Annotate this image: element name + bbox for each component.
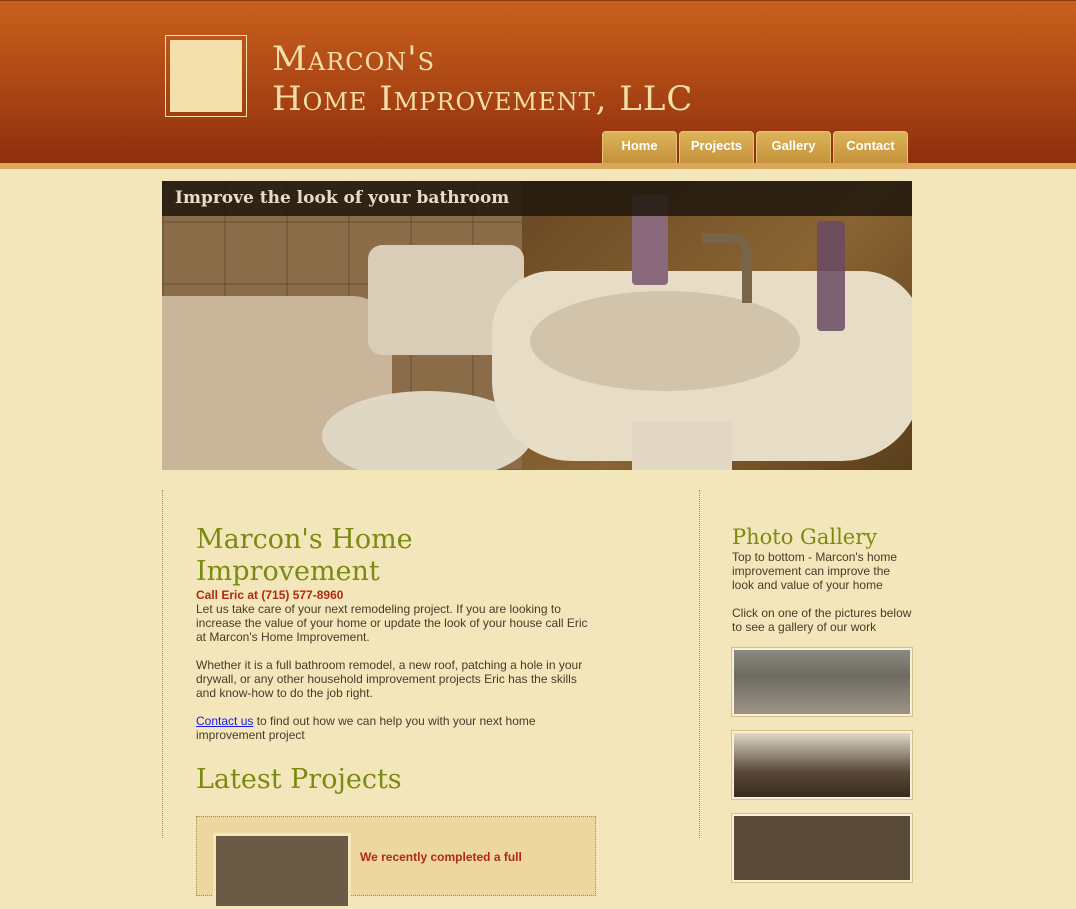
- nav-tab-gallery[interactable]: Gallery: [756, 131, 831, 164]
- site-header: Marcon's Home Improvement, LLC Home Proj…: [0, 0, 1076, 164]
- hero-caption: Improve the look of your bathroom: [162, 181, 912, 216]
- gallery-instructions: Click on one of the pictures below to se…: [732, 606, 912, 634]
- gallery-thumbnail-faucet[interactable]: [731, 730, 913, 800]
- nav-tab-contact[interactable]: Contact: [833, 131, 908, 164]
- gallery-heading: Photo Gallery: [732, 525, 878, 549]
- project-card[interactable]: We recently completed a full: [196, 816, 596, 909]
- services-paragraph: Whether it is a full bathroom remodel, a…: [196, 658, 583, 700]
- gallery-description: Top to bottom - Marcon's home improvemen…: [732, 550, 898, 592]
- phone-callout: Call Eric at (715) 577-8960: [196, 588, 344, 602]
- latest-projects-heading: Latest Projects: [196, 764, 402, 795]
- page-title: Marcon's Home Improvement: [196, 524, 413, 587]
- project-summary: We recently completed a full: [360, 850, 522, 864]
- contact-paragraph: Contact us to find out how we can help y…: [196, 714, 600, 742]
- hero-photo-spray-bottle: [817, 221, 845, 331]
- hero-photo-faucet: [702, 233, 752, 303]
- site-logo[interactable]: Marcon's Home Improvement, LLC: [272, 39, 693, 119]
- hero-banner: Improve the look of your bathroom: [162, 181, 912, 470]
- intro-paragraph: Let us take care of your next remodeling…: [196, 602, 588, 644]
- nav-tab-home[interactable]: Home: [602, 131, 677, 164]
- sidebar-gallery: Photo Gallery Top to bottom - Marcon's h…: [731, 524, 913, 897]
- logo-mark[interactable]: [165, 35, 247, 117]
- nav-tab-projects[interactable]: Projects: [679, 131, 754, 164]
- main-nav: Home Projects Gallery Contact: [602, 131, 908, 164]
- gallery-thumbnail[interactable]: [731, 813, 913, 883]
- logo-line-1: Marcon's: [272, 39, 436, 79]
- hero-photo-sink-pedestal: [632, 421, 732, 470]
- main-content: Marcon's Home Improvement Call Eric at (…: [162, 490, 700, 909]
- hero-photo-sink-basin: [530, 291, 800, 391]
- contact-us-link[interactable]: Contact us: [196, 714, 253, 728]
- gallery-thumbnail-roof[interactable]: [731, 647, 913, 717]
- project-thumbnail[interactable]: [213, 833, 351, 909]
- header-stripe: [0, 163, 1076, 169]
- logo-line-2: Home Improvement, LLC: [272, 79, 694, 119]
